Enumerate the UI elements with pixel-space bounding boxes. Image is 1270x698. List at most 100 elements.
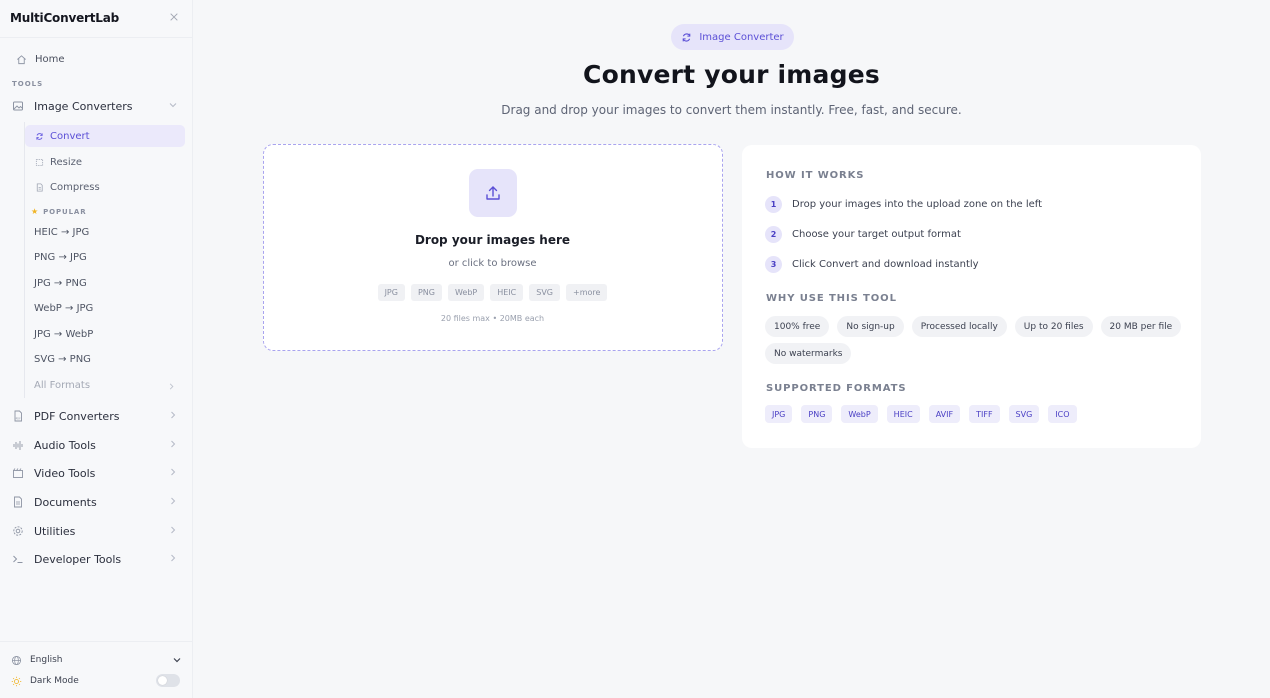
step-item: 3 Click Convert and download instantly	[765, 256, 979, 273]
sidebar-item-popular[interactable]: HEIC → JPG	[34, 227, 89, 238]
sidebar-item-popular[interactable]: JPG → PNG	[34, 278, 87, 289]
home-icon	[14, 52, 28, 66]
chevron-right-icon	[168, 467, 178, 477]
browse-link[interactable]: or click to browse	[264, 258, 721, 269]
chevron-right-icon	[168, 496, 178, 506]
sidebar-item-popular[interactable]: JPG → WebP	[34, 329, 93, 340]
dropzone-format-list: JPG PNG WebP HEIC SVG +more	[264, 284, 721, 301]
feature-chip: No watermarks	[765, 343, 852, 364]
supported-format-list: JPG PNG WebP HEIC AVIF TIFF SVG ICO	[765, 405, 1077, 423]
sidebar-group-utilities[interactable]: Utilities	[10, 520, 182, 542]
sidebar-item-home[interactable]: Home	[14, 52, 65, 66]
feature-chip: 100% free	[765, 316, 830, 337]
why-use-heading: WHY USE THIS TOOL	[766, 293, 897, 304]
document-icon	[10, 494, 26, 510]
format-chip: JPG	[377, 284, 405, 301]
pdf-icon: PDF	[10, 408, 26, 424]
svg-text:PDF: PDF	[16, 417, 22, 421]
language-select[interactable]: English	[10, 654, 182, 666]
section-label-tools: TOOLS	[12, 80, 44, 88]
sidebar-group-video-tools[interactable]: Video Tools	[10, 462, 182, 484]
dark-mode-toggle[interactable]	[156, 674, 180, 687]
format-tag: HEIC	[886, 405, 920, 423]
sidebar-item-popular[interactable]: WebP → JPG	[34, 303, 93, 314]
image-icon	[10, 98, 26, 114]
sidebar-item-resize[interactable]: Resize	[25, 151, 185, 173]
format-chip: +more	[566, 284, 608, 301]
sidebar-item-label: Compress	[50, 181, 100, 193]
sidebar-group-label: Utilities	[34, 524, 76, 538]
refresh-icon	[681, 32, 692, 43]
feature-chip: 20 MB per file	[1100, 316, 1182, 337]
video-icon	[10, 465, 26, 481]
step-number: 2	[765, 226, 782, 243]
feature-chip: Up to 20 files	[1014, 316, 1093, 337]
step-text: Click Convert and download instantly	[792, 259, 979, 270]
refresh-icon	[34, 131, 44, 141]
dropzone-title: Drop your images here	[414, 233, 571, 247]
sidebar-item-convert[interactable]: Convert	[25, 125, 185, 147]
format-tag: ICO	[1048, 405, 1077, 423]
divider	[0, 641, 193, 642]
sidebar-group-label: PDF Converters	[34, 409, 120, 423]
sidebar-group-documents[interactable]: Documents	[10, 491, 182, 513]
upload-icon	[469, 169, 517, 217]
feature-chip: Processed locally	[911, 316, 1007, 337]
format-tag: SVG	[1008, 405, 1040, 423]
chevron-right-icon	[168, 410, 178, 420]
chevron-down-icon	[172, 655, 182, 665]
supported-formats-heading: SUPPORTED FORMATS	[766, 383, 907, 394]
page-title: Convert your images	[583, 60, 880, 89]
sidebar-item-label: Resize	[50, 156, 83, 168]
star-icon: ★	[31, 207, 40, 216]
upload-limit-text: 20 files max • 20MB each	[440, 314, 545, 323]
chevron-right-icon	[168, 553, 178, 563]
sidebar-header: MultiConvertLab	[0, 0, 193, 38]
sidebar-group-label: Video Tools	[34, 466, 96, 480]
format-tag: WebP	[841, 405, 878, 423]
dark-mode-label: Dark Mode	[30, 676, 79, 686]
sidebar-item-popular[interactable]: SVG → PNG	[34, 354, 91, 365]
upload-dropzone[interactable]: Drop your images here or click to browse…	[263, 144, 723, 351]
info-card: HOW IT WORKS 1 Drop your images into the…	[742, 145, 1201, 448]
format-tag: AVIF	[928, 405, 961, 423]
step-item: 1 Drop your images into the upload zone …	[765, 196, 1042, 213]
close-icon[interactable]	[167, 12, 181, 26]
format-tag: JPG	[765, 405, 793, 423]
sidebar-item-label: Home	[35, 53, 65, 65]
format-chip: SVG	[529, 284, 560, 301]
sidebar-item-all-formats[interactable]: All Formats	[34, 380, 180, 391]
chevron-right-icon	[168, 439, 178, 449]
sidebar-item-compress[interactable]: Compress	[25, 176, 185, 198]
step-item: 2 Choose your target output format	[765, 226, 961, 243]
chevron-right-icon	[168, 525, 178, 535]
sidebar-group-label: Image Converters	[34, 99, 133, 113]
page-subtitle: Drag and drop your images to convert the…	[501, 103, 962, 117]
terminal-icon	[10, 551, 26, 567]
chevron-down-icon	[168, 100, 178, 110]
sidebar-group-label: Documents	[34, 495, 97, 509]
feature-chip: No sign-up	[837, 316, 904, 337]
feature-chip-list: No watermarks	[765, 343, 852, 364]
audio-icon	[10, 437, 26, 453]
step-number: 1	[765, 196, 782, 213]
format-chip: HEIC	[490, 284, 524, 301]
sidebar-group-label: Audio Tools	[34, 438, 96, 452]
gear-icon	[10, 523, 26, 539]
format-tag: TIFF	[969, 405, 1000, 423]
sidebar-group-developer-tools[interactable]: Developer Tools	[10, 548, 182, 570]
popular-section-label: ★ POPULAR	[31, 207, 87, 216]
dark-mode-row: Dark Mode	[10, 674, 182, 687]
sidebar-group-image-converters[interactable]: Image Converters	[10, 95, 182, 117]
sidebar-group-pdf-converters[interactable]: PDF PDF Converters	[10, 405, 182, 427]
language-label: English	[30, 655, 63, 665]
step-number: 3	[765, 256, 782, 273]
badge-label: Image Converter	[699, 31, 784, 43]
sidebar-group-label: Developer Tools	[34, 552, 122, 566]
sidebar-item-popular[interactable]: PNG → JPG	[34, 252, 87, 263]
resize-icon	[34, 157, 44, 167]
format-chip: WebP	[447, 284, 485, 301]
brand-logo[interactable]: MultiConvertLab	[10, 11, 119, 25]
chevron-right-icon	[167, 382, 176, 391]
sidebar-group-audio-tools[interactable]: Audio Tools	[10, 434, 182, 456]
